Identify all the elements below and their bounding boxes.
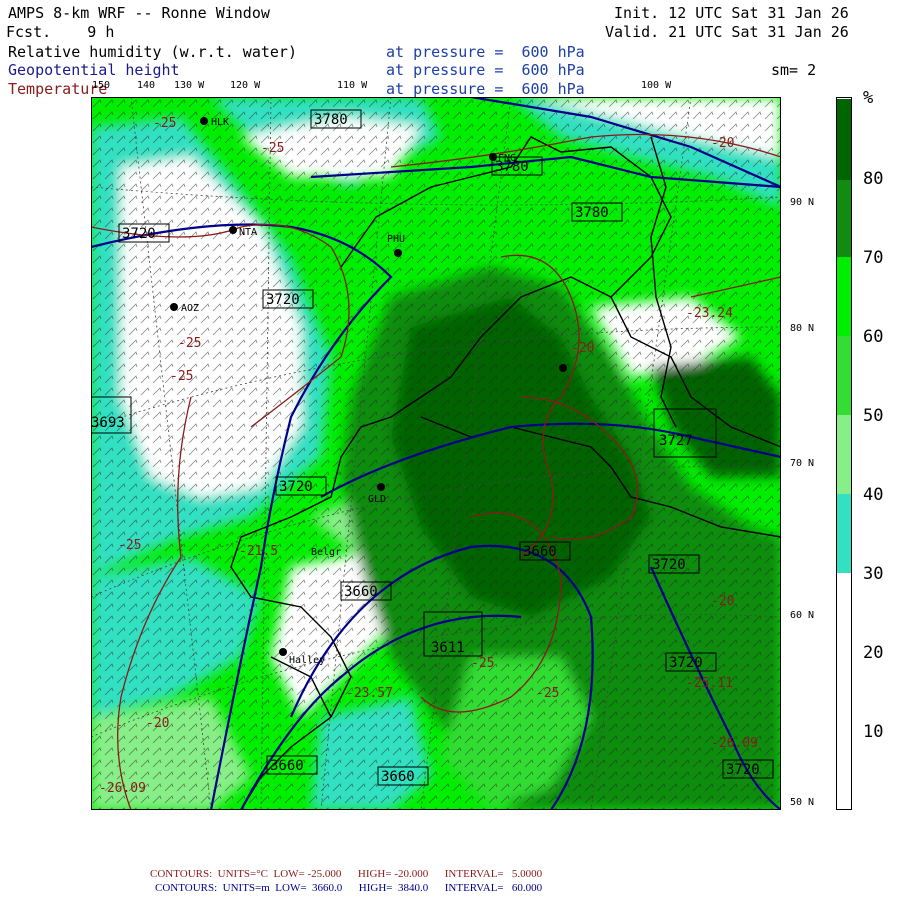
temperature-label: -23.24 xyxy=(686,306,733,321)
station-label: NTA xyxy=(239,227,257,238)
lon-label: 140 xyxy=(137,80,156,91)
height-label: 3660 xyxy=(270,758,304,774)
temperature-label: -20 xyxy=(711,136,734,151)
valid-time: Valid. 21 UTC Sat 31 Jan 26 xyxy=(605,23,849,41)
colorbar-bin xyxy=(836,494,852,573)
temperature-label: -21.5 xyxy=(239,544,278,559)
height-label: 3693 xyxy=(91,415,125,431)
colorbar-unit: % xyxy=(863,88,874,108)
height-label: 3720 xyxy=(652,557,686,573)
height-label: 3720 xyxy=(122,226,156,242)
temperature-label: -25 xyxy=(153,116,176,131)
height-label: 3720 xyxy=(266,292,300,308)
temperature-label: -25 xyxy=(170,369,193,384)
station-label: Belgr xyxy=(311,547,341,558)
colorbar-bin xyxy=(836,99,852,180)
lon-label: 120 W xyxy=(230,80,261,91)
height-label: 3720 xyxy=(669,655,703,671)
height-label: 3780 xyxy=(575,205,609,221)
lon-label: 130 W xyxy=(174,80,205,91)
height-label: 3660 xyxy=(523,544,557,560)
colorbar-tick: 40 xyxy=(863,485,884,505)
colorbar-tick: 50 xyxy=(863,406,884,426)
temperature-label: -25 xyxy=(471,656,494,671)
colorbar-bin xyxy=(836,415,852,494)
temperature-label: -20 xyxy=(146,716,169,731)
init-time: Init. 12 UTC Sat 31 Jan 26 xyxy=(614,4,849,22)
station-label: AOZ xyxy=(181,303,199,314)
rh-map-panel: HLK FNG PHU NTA AOZ GLD Belgr Halley 378… xyxy=(91,97,781,810)
temperature-label: -23.57 xyxy=(346,686,393,701)
temperature-label: -26.09 xyxy=(711,736,758,751)
footer-height-contours: CONTOURS: UNITS=m LOW= 3660.0 HIGH= 3840… xyxy=(155,882,543,894)
colorbar-tick: 10 xyxy=(863,722,884,742)
colorbar xyxy=(836,97,852,810)
colorbar-bin xyxy=(836,573,852,652)
lat-label: 90 N xyxy=(790,197,815,208)
height-label: 3780 xyxy=(495,159,529,175)
colorbar-bin xyxy=(836,178,852,257)
temperature-label: -25 xyxy=(178,336,201,351)
field-hgt-level: at pressure = 600 hPa xyxy=(386,61,585,79)
height-label: 3720 xyxy=(279,479,313,495)
colorbar-bin xyxy=(836,652,852,731)
wind-barbs xyxy=(91,97,781,810)
station-label: PHU xyxy=(387,234,405,245)
colorbar-tick: 20 xyxy=(863,643,884,663)
station-label: HLK xyxy=(211,117,229,128)
temperature-label: -26.09 xyxy=(99,781,146,796)
height-label: 3660 xyxy=(344,584,378,600)
temperature-label: -25 xyxy=(118,538,141,553)
lat-label: 70 N xyxy=(790,458,815,469)
station-label: GLD xyxy=(368,494,386,505)
field-rh-level: at pressure = 600 hPa xyxy=(386,43,585,61)
lon-label: 110 W xyxy=(337,80,368,91)
height-label: 3727 xyxy=(659,433,693,449)
lat-label: 50 N xyxy=(790,797,815,808)
plot-title: AMPS 8-km WRF -- Ronne Window xyxy=(8,4,270,22)
colorbar-tick: 70 xyxy=(863,248,884,268)
colorbar-bin xyxy=(836,257,852,336)
temperature-label: -25.11 xyxy=(686,676,733,691)
field-temp-level: at pressure = 600 hPa xyxy=(386,80,585,98)
lon-label: 150 xyxy=(92,80,111,91)
colorbar-bin xyxy=(836,336,852,415)
lon-label: 100 W xyxy=(641,80,672,91)
temperature-label: -25 xyxy=(261,141,284,156)
height-label: 3660 xyxy=(381,769,415,785)
colorbar-tick: 80 xyxy=(863,169,884,189)
temperature-label: -25 xyxy=(536,686,559,701)
colorbar-tick: 60 xyxy=(863,327,884,347)
height-label: 3611 xyxy=(431,640,465,656)
smoothing-label: sm= 2 xyxy=(771,61,817,79)
forecast-hour: Fcst. 9 h xyxy=(6,23,115,41)
colorbar-tick: 30 xyxy=(863,564,884,584)
height-label: 3780 xyxy=(314,112,348,128)
field-hgt-name: Geopotential height xyxy=(8,61,180,79)
temperature-label: -20 xyxy=(711,594,734,609)
temperature-label: -20 xyxy=(571,341,594,356)
lat-label: 80 N xyxy=(790,323,815,334)
colorbar-bin xyxy=(836,731,852,810)
field-rh-name: Relative humidity (w.r.t. water) xyxy=(8,43,297,61)
footer-temp-contours: CONTOURS: UNITS=°C LOW= -25.000 HIGH= -2… xyxy=(150,868,543,880)
height-label: 3720 xyxy=(726,762,760,778)
station-label: Halley xyxy=(289,655,325,666)
lat-label: 60 N xyxy=(790,610,815,621)
